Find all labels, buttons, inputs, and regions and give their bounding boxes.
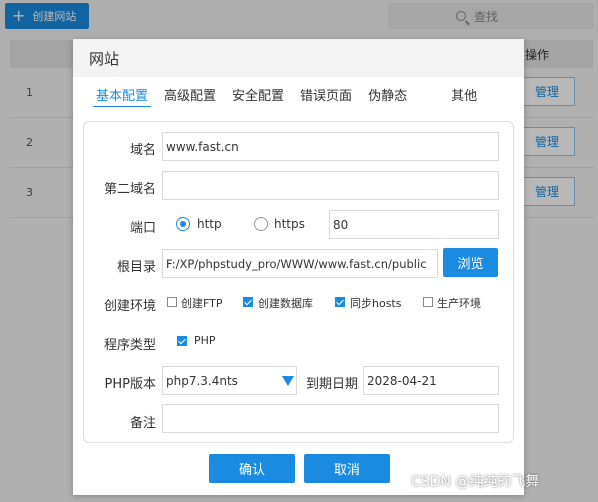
- tab-basic[interactable]: 基本配置: [93, 83, 152, 107]
- cancel-button[interactable]: 取消: [304, 454, 390, 483]
- root-dir-label: 根目录: [116, 260, 156, 275]
- browse-button[interactable]: 浏览: [443, 248, 498, 277]
- database-checkbox[interactable]: [243, 297, 253, 307]
- port-label: 端口: [129, 221, 156, 236]
- tab-error-pages[interactable]: 错误页面: [297, 83, 355, 107]
- domain-label: 域名: [129, 143, 156, 158]
- port-input[interactable]: 80: [329, 210, 499, 239]
- production-label: 生产环境: [437, 297, 481, 310]
- hosts-checkbox[interactable]: [335, 297, 345, 307]
- php-version-select[interactable]: php7.3.4nts: [162, 366, 297, 395]
- php-label: PHP: [194, 334, 216, 347]
- https-label: https: [274, 217, 305, 231]
- second-domain-input[interactable]: [162, 171, 499, 200]
- domain-input[interactable]: www.fast.cn: [162, 132, 499, 161]
- https-radio[interactable]: [254, 217, 268, 231]
- confirm-button[interactable]: 确认: [209, 454, 295, 483]
- root-dir-input[interactable]: F:/XP/phpstudy_pro/WWW/www.fast.cn/publi…: [162, 249, 438, 278]
- watermark: CSDN @纯纯的飞舞: [411, 474, 540, 490]
- tab-bar: 基本配置 高级配置 安全配置 错误页面 伪静态 其他: [93, 83, 504, 109]
- php-version-value: php7.3.4nts: [166, 373, 238, 388]
- http-radio[interactable]: [176, 217, 190, 231]
- form-panel: 域名 www.fast.cn 第二域名 端口 http https 80 根目录…: [83, 121, 514, 443]
- tab-advanced[interactable]: 高级配置: [161, 83, 219, 107]
- ftp-checkbox[interactable]: [167, 297, 177, 307]
- tab-other[interactable]: 其他: [448, 83, 480, 107]
- note-label: 备注: [129, 416, 156, 431]
- env-label: 创建环境: [103, 299, 156, 314]
- ftp-label: 创建FTP: [181, 297, 223, 310]
- tab-rewrite[interactable]: 伪静态: [365, 83, 410, 107]
- php-checkbox[interactable]: [177, 336, 187, 346]
- program-type-label: 程序类型: [103, 338, 156, 353]
- http-label: http: [197, 217, 222, 231]
- note-input[interactable]: [162, 404, 499, 433]
- tab-security[interactable]: 安全配置: [229, 83, 287, 107]
- dialog-title: 网站: [89, 49, 120, 68]
- database-label: 创建数据库: [258, 297, 313, 310]
- production-checkbox[interactable]: [423, 297, 433, 307]
- second-domain-label: 第二域名: [103, 182, 156, 197]
- expire-date-label: 到期日期: [305, 377, 358, 392]
- dropdown-arrow-icon: [282, 376, 294, 386]
- expire-date-input[interactable]: 2028-04-21: [363, 366, 499, 395]
- php-version-label: PHP版本: [104, 377, 156, 392]
- hosts-label: 同步hosts: [350, 297, 402, 310]
- dialog-header: 网站: [73, 39, 524, 77]
- site-dialog: 网站 基本配置 高级配置 安全配置 错误页面 伪静态 其他 域名 www.fas…: [73, 39, 524, 495]
